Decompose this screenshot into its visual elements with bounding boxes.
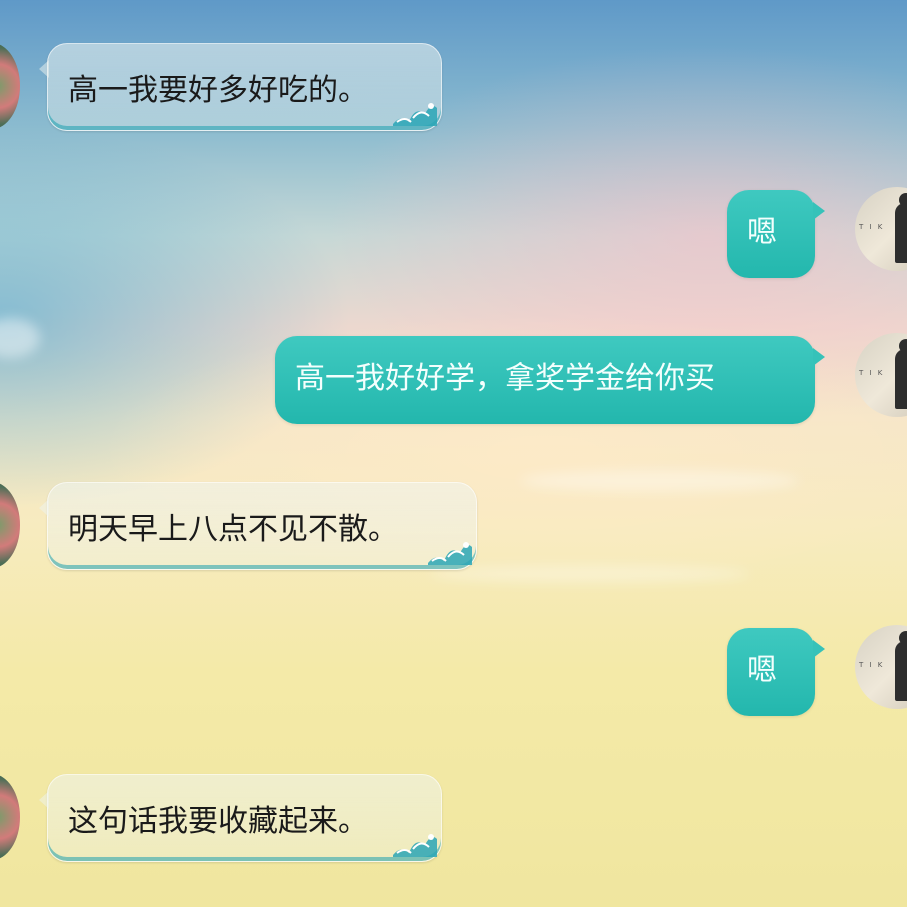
person-silhouette-icon [895, 339, 907, 409]
sent-message-bubble[interactable]: 嗯 [727, 190, 825, 278]
sent-message-bubble[interactable]: 高一我好好学，拿奖学金给你买 [275, 336, 825, 424]
cloud-decoration [520, 470, 800, 492]
bubble-tail [39, 791, 49, 809]
message-text: 嗯 [747, 653, 777, 688]
message-text: 明天早上八点不见不散。 [68, 512, 398, 547]
message-text: 高一我要好多好吃的。 [68, 73, 368, 108]
bubble-tail [39, 60, 49, 78]
cloud-decoration [0, 318, 40, 358]
received-message-bubble[interactable]: 高一我要好多好吃的。 [39, 43, 442, 131]
message-text: 高一我好好学，拿奖学金给你买 [295, 361, 715, 396]
sent-message-bubble[interactable]: 嗯 [727, 628, 825, 716]
message-text: 这句话我要收藏起来。 [68, 804, 368, 839]
avatar-caption: T I K [859, 223, 885, 231]
bubble-tail [813, 640, 825, 658]
person-silhouette-icon [895, 631, 907, 701]
bubble-tail [813, 348, 825, 366]
wave-icon [393, 103, 437, 126]
avatar-caption: T I K [859, 369, 885, 377]
bubble-tail [813, 202, 825, 220]
cloud-decoration [430, 565, 750, 583]
received-message-bubble[interactable]: 这句话我要收藏起来。 [39, 774, 442, 862]
person-silhouette-icon [895, 193, 907, 263]
wave-icon [393, 834, 437, 857]
bubble-tail [39, 499, 49, 517]
avatar-caption: T I K [859, 661, 885, 669]
chat-background [0, 0, 907, 907]
message-text: 嗯 [747, 215, 777, 250]
received-message-bubble[interactable]: 明天早上八点不见不散。 [39, 482, 477, 570]
wave-icon [428, 542, 472, 565]
